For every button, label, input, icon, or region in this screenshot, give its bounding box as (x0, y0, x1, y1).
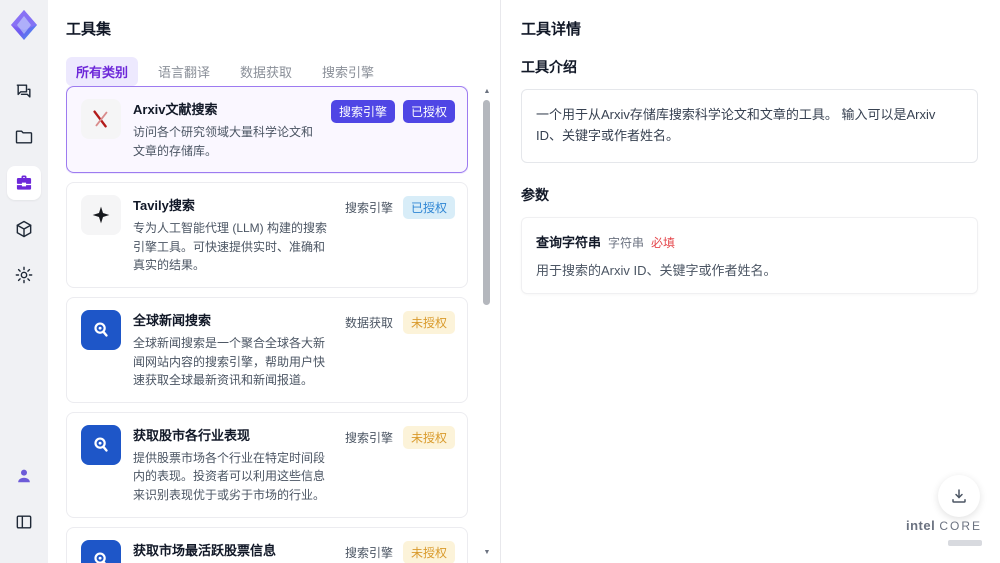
toolbox-icon (16, 175, 32, 190)
chat-icon (16, 84, 31, 98)
arxiv-logo-icon (93, 110, 108, 128)
params-section-title: 参数 (521, 186, 549, 203)
param-card: 查询字符串 字符串 必填 用于搜索的Arxiv ID、关键字或作者姓名。 (521, 216, 978, 294)
brand-badge (948, 540, 982, 546)
tool-name: 获取股市各行业表现 (133, 427, 251, 443)
tool-card[interactable]: Tavily搜索 专为人工智能代理 (LLM) 构建的搜索引擎工具。可快速提供实… (66, 182, 468, 288)
app-logo-icon[interactable] (7, 8, 41, 42)
scroll-up-icon[interactable]: ▲ (482, 88, 492, 96)
rail-item-cube[interactable] (7, 212, 41, 246)
tool-icon (81, 539, 121, 563)
tool-name: Tavily搜索 (133, 198, 195, 214)
tool-icon (81, 309, 121, 350)
search-icon (94, 322, 108, 337)
rail-item-toolbox[interactable] (7, 166, 41, 200)
intel-core-logo: intel CORE (906, 518, 982, 551)
category-badge: 搜索引擎 (344, 430, 393, 445)
tool-description: 全球新闻搜索是一个聚合全球各大新闻网站内容的搜索引擎，帮助用户快速获取全球最新资… (133, 335, 326, 388)
category-tab[interactable]: 所有类别 (66, 57, 139, 86)
app-window: 工具集 所有类别 语言翻译 数据获取 搜索引擎 Arxiv文献搜索 访问各个研究… (0, 0, 1000, 563)
brand-word-core: CORE (939, 519, 982, 533)
rail-icon-group (7, 74, 41, 304)
search-icon (94, 437, 108, 452)
tool-description: 专为人工智能代理 (LLM) 构建的搜索引擎工具。可快速提供实时、准确和真实的结… (133, 221, 328, 273)
tool-intro-text: 一个用于从Arxiv存储库搜索科学论文和文章的工具。 输入可以是Arxiv ID… (521, 89, 978, 163)
category-tab[interactable]: 数据获取 (230, 57, 302, 86)
tool-icon (81, 424, 121, 465)
param-type: 字符串 (608, 235, 645, 250)
scroll-down-icon[interactable]: ▼ (482, 549, 492, 557)
auth-status-badge: 未授权 (402, 540, 455, 563)
tool-card[interactable]: 获取股市各行业表现 提供股票市场各个行业在特定时间段内的表现。投资者可以利用这些… (66, 411, 468, 518)
auth-status-badge: 已授权 (402, 196, 455, 220)
category-tab[interactable]: 搜索引擎 (312, 57, 384, 86)
spark-star-icon (92, 206, 110, 224)
tool-name: 全球新闻搜索 (133, 312, 212, 328)
page-title: 工具集 (66, 21, 112, 38)
tool-detail-panel: 工具详情 工具介绍 一个用于从Arxiv存储库搜索科学论文和文章的工具。 输入可… (500, 0, 1000, 563)
scrollbar-thumb[interactable] (483, 100, 490, 305)
param-list: 查询字符串 字符串 必填 用于搜索的Arxiv ID、关键字或作者姓名。 (521, 216, 978, 294)
cube-icon (16, 220, 32, 238)
param-required-badge: 必填 (651, 235, 676, 250)
category-tab[interactable]: 语言翻译 (148, 57, 220, 86)
detail-title: 工具详情 (521, 21, 582, 38)
panel-toggle-icon (16, 515, 32, 529)
param-name: 查询字符串 (536, 234, 602, 250)
user-icon (18, 469, 30, 483)
rail-item-settings[interactable] (7, 258, 41, 292)
rail-item-user[interactable] (7, 459, 41, 493)
settings-gear-icon (15, 266, 33, 284)
category-badge: 数据获取 (344, 315, 393, 330)
tool-description: 访问各个研究领域大量科学论文和文章的存储库。 (133, 125, 314, 158)
rail-item-folder[interactable] (7, 120, 41, 154)
param-description: 用于搜索的Arxiv ID、关键字或作者姓名。 (536, 262, 777, 278)
category-tabs: 所有类别 语言翻译 数据获取 搜索引擎 (66, 57, 500, 86)
intro-section-title: 工具介绍 (521, 59, 577, 75)
list-scrollbar[interactable]: ▲ ▼ (482, 88, 492, 557)
auth-status-badge: 未授权 (402, 425, 455, 449)
rail-item-panel-toggle[interactable] (7, 505, 41, 539)
category-badge: 搜索引擎 (344, 201, 393, 216)
tool-name: 获取市场最活跃股票信息 (133, 542, 277, 558)
left-rail (0, 0, 48, 563)
tool-card[interactable]: Arxiv文献搜索 访问各个研究领域大量科学论文和文章的存储库。 搜索引擎 已授… (66, 86, 468, 174)
tool-list-panel: 工具集 所有类别 语言翻译 数据获取 搜索引擎 Arxiv文献搜索 访问各个研究… (48, 0, 500, 563)
tool-card[interactable]: 全球新闻搜索 全球新闻搜索是一个聚合全球各大新闻网站内容的搜索引擎，帮助用户快速… (66, 296, 468, 403)
auth-status-badge: 未授权 (402, 310, 455, 334)
category-badge: 搜索引擎 (330, 100, 395, 123)
tool-icon (81, 99, 121, 139)
tool-list: Arxiv文献搜索 访问各个研究领域大量科学论文和文章的存储库。 搜索引擎 已授… (66, 86, 468, 563)
rail-bottom-group (7, 459, 41, 551)
tool-card[interactable]: 获取市场最活跃股票信息 提供当天交易量最高的股票列表，投资者可以利用这些信息来识… (66, 526, 468, 563)
category-badge: 搜索引擎 (344, 545, 393, 560)
tool-name: Arxiv文献搜索 (133, 102, 218, 117)
brand-word-intel: intel (905, 518, 936, 533)
auth-status-badge: 已授权 (402, 100, 455, 123)
download-icon (952, 489, 966, 503)
tool-description: 提供股票市场各个行业在特定时间段内的表现。投资者可以利用这些信息来识别表现优于或… (133, 450, 326, 502)
tool-icon (81, 195, 121, 236)
download-button[interactable] (938, 475, 980, 517)
folder-icon (15, 130, 33, 144)
search-icon (94, 552, 107, 563)
rail-item-chat[interactable] (7, 74, 41, 108)
